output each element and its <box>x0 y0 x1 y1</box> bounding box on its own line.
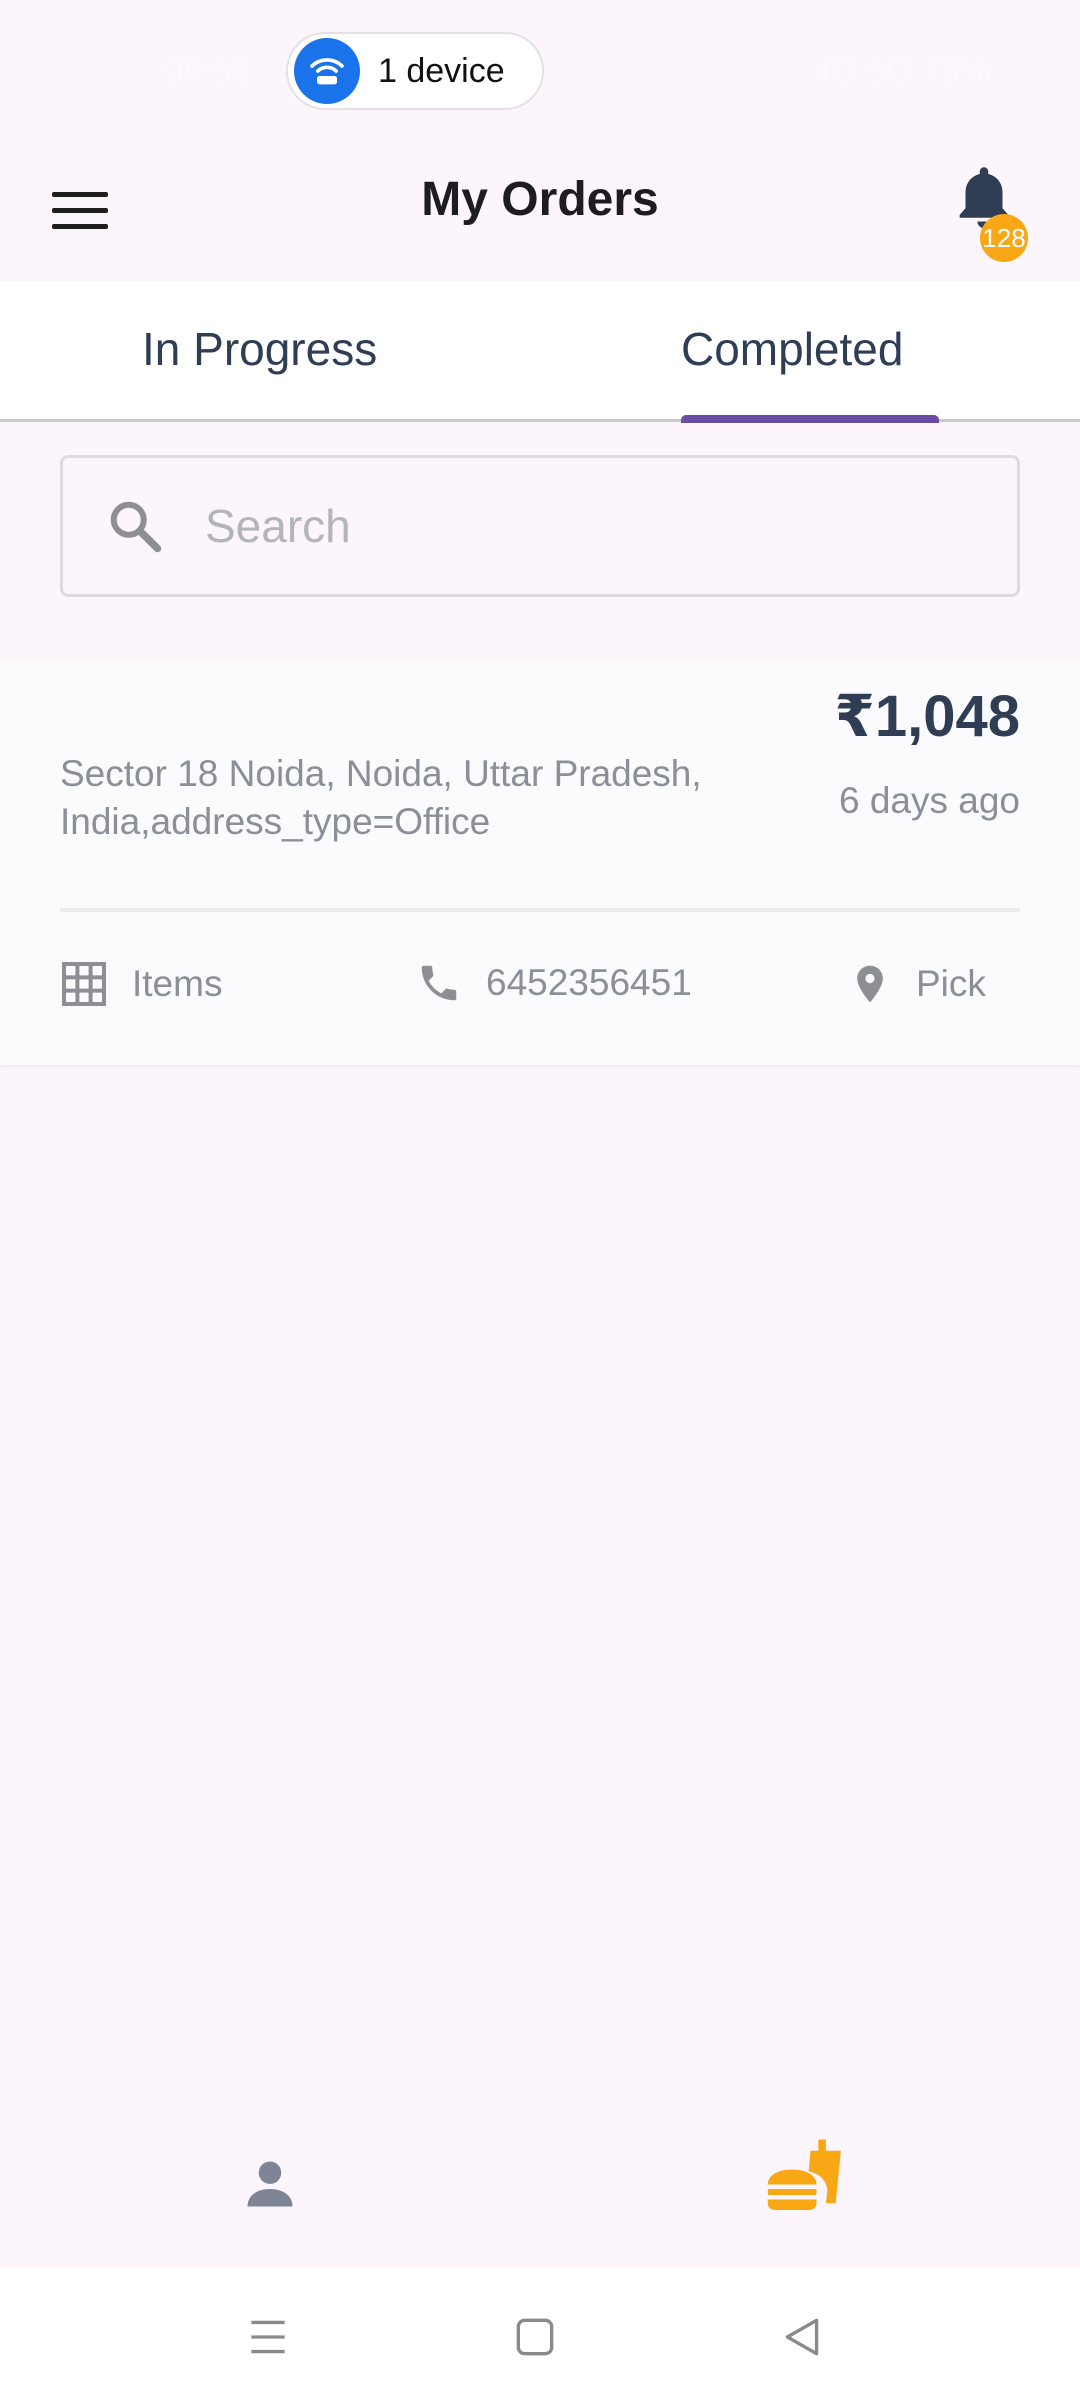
items-label: Items <box>132 963 223 1004</box>
phone-icon <box>421 965 457 1001</box>
status-bar: 09:56 1 device 4G 5G 76% <box>0 0 1080 140</box>
grid-icon <box>62 962 106 1006</box>
location-pin-icon <box>857 965 883 1003</box>
phone-number: 6452356451 <box>486 962 692 1003</box>
status-time: 09:56 <box>165 52 251 90</box>
order-tabs: In Progress Completed <box>0 282 1080 423</box>
order-meta-row: Items 6452356451 Pick <box>0 960 1080 1050</box>
bottom-navigation <box>0 2130 1080 2270</box>
status-indicators: 4G 5G 76% <box>812 52 990 90</box>
back-icon[interactable] <box>777 2312 827 2362</box>
app-bar: My Orders 128 <box>0 140 1080 280</box>
hotspot-label: 1 device <box>378 51 505 90</box>
notification-badge: 128 <box>980 214 1028 262</box>
order-card[interactable]: ₹1,048 6 days ago Sector 18 Noida, Noida… <box>0 660 1080 1065</box>
system-navigation-bar <box>0 2268 1080 2400</box>
order-phone[interactable]: 6452356451 <box>416 960 692 1006</box>
hotspot-indicator[interactable]: 1 device <box>286 32 544 110</box>
person-icon[interactable] <box>240 2154 300 2214</box>
recent-apps-icon[interactable] <box>243 2312 293 2362</box>
order-delivery-type[interactable]: Pick <box>848 960 986 1008</box>
page-title: My Orders <box>421 173 659 226</box>
search-bar <box>60 455 1020 597</box>
order-time: 6 days ago <box>838 780 1020 821</box>
search-input[interactable] <box>205 499 985 553</box>
order-amount: ₹1,048 <box>834 684 1021 749</box>
tab-in-progress[interactable]: In Progress <box>142 322 377 376</box>
fastfood-icon[interactable] <box>764 2132 854 2222</box>
home-icon[interactable] <box>510 2312 560 2362</box>
tab-completed[interactable]: Completed <box>681 322 903 376</box>
active-tab-indicator <box>681 415 939 423</box>
delivery-type-label: Pick <box>916 963 986 1004</box>
search-icon <box>110 501 162 553</box>
wifi-hotspot-icon <box>294 38 360 104</box>
order-items-link[interactable]: Items <box>60 960 222 1008</box>
notification-button[interactable]: 128 <box>952 162 1032 262</box>
order-address: Sector 18 Noida, Noida, Uttar Pradesh, I… <box>60 753 702 842</box>
divider <box>60 908 1020 912</box>
